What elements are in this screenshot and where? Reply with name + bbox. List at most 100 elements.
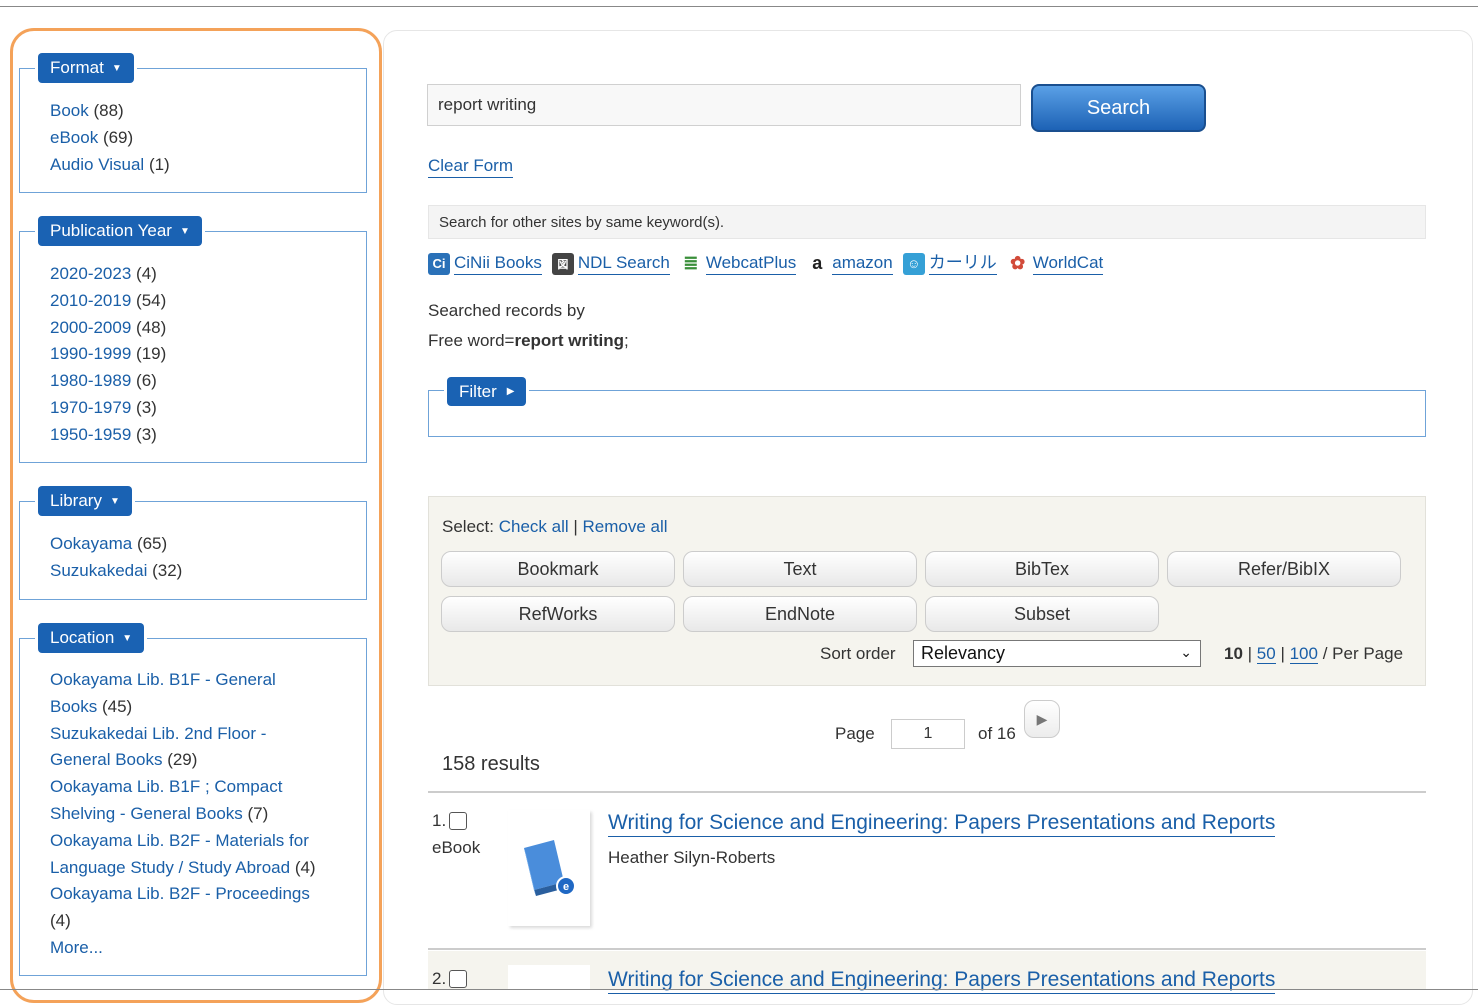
clear-form-link[interactable]: Clear Form (428, 155, 514, 178)
button-label: Subset (1013, 603, 1071, 624)
facet-link[interactable]: Audio Visual (50, 155, 144, 174)
record-index: 1. (432, 811, 447, 830)
record-thumbnail[interactable] (508, 965, 590, 989)
facet-link[interactable]: General Books (50, 750, 162, 769)
check-all-link[interactable]: Check all (499, 517, 569, 536)
list-item[interactable]: eBook (69) (50, 125, 170, 152)
facet-link[interactable]: 1950-1959 (50, 425, 131, 444)
facet-link[interactable]: 1990-1999 (50, 344, 131, 363)
site-link-ndl[interactable]: 図 NDL Search (551, 252, 672, 275)
list-item[interactable]: Ookayama Lib. B1F - General (50, 667, 316, 694)
site-link-label[interactable]: カーリル (928, 252, 997, 275)
list-item[interactable]: 2000-2009 (48) (50, 315, 166, 342)
facet-link[interactable]: Ookayama Lib. B2F - Materials for (50, 831, 309, 850)
remove-all-link[interactable]: Remove all (583, 517, 668, 536)
endnote-button[interactable]: EndNote (683, 596, 917, 632)
facet-link[interactable]: Language Study / Study Abroad (50, 858, 290, 877)
facet-link[interactable]: Book (50, 101, 89, 120)
list-item[interactable]: Ookayama Lib. B2F - Proceedings (50, 881, 316, 908)
list-item[interactable]: 1970-1979 (3) (50, 395, 166, 422)
facet-link[interactable]: 1970-1979 (50, 398, 131, 417)
filter-toggle[interactable]: Filter ▶ (447, 377, 527, 406)
record-checkbox[interactable] (449, 812, 468, 830)
facet-format-toggle[interactable]: Format ▼ (38, 53, 134, 83)
site-link-label[interactable]: CiNii Books (454, 252, 542, 275)
search-button[interactable]: Search (1031, 84, 1206, 132)
facet-link[interactable]: Suzukakedai Lib. 2nd Floor - (50, 724, 266, 743)
facet-library-toggle[interactable]: Library ▼ (38, 486, 132, 516)
list-item[interactable]: Suzukakedai (32) (50, 558, 182, 585)
facet-link[interactable]: Ookayama (50, 534, 132, 553)
per-page-100-link[interactable]: 100 (1289, 644, 1318, 664)
bibtex-button[interactable]: BibTex (925, 551, 1159, 587)
page-number-input[interactable]: 1 (891, 719, 965, 749)
list-item[interactable]: Ookayama (65) (50, 531, 182, 558)
site-link-label[interactable]: amazon (832, 252, 893, 275)
ebook-thumbnail[interactable]: e (508, 810, 590, 926)
facet-count: (4) (136, 264, 157, 283)
site-link-label[interactable]: WorldCat (1032, 252, 1104, 275)
facet-link[interactable]: 2000-2009 (50, 318, 131, 337)
ndl-icon: 図 (551, 252, 574, 275)
sort-order-select[interactable]: Relevancy ⌄ (913, 640, 1201, 667)
site-link-cinii[interactable]: Ci CiNii Books (428, 252, 544, 275)
facet-location-toggle[interactable]: Location ▼ (38, 623, 145, 653)
site-link-label[interactable]: NDL Search (577, 252, 670, 275)
site-link-label[interactable]: WebcatPlus (705, 252, 797, 275)
facet-link[interactable]: eBook (50, 128, 98, 147)
list-item[interactable]: 1990-1999 (19) (50, 341, 166, 368)
facet-link[interactable]: 1980-1989 (50, 371, 131, 390)
list-item[interactable]: Books (45) (50, 694, 316, 721)
subset-button[interactable]: Subset (925, 596, 1159, 632)
facet-link[interactable]: Books (50, 697, 97, 716)
search-button-label: Search (1086, 96, 1151, 119)
facet-library-label: Library (50, 491, 102, 510)
divider (428, 948, 1426, 950)
per-page-50-link[interactable]: 50 (1256, 644, 1276, 664)
list-item[interactable]: 1950-1959 (3) (50, 422, 166, 449)
facet-year-toggle[interactable]: Publication Year ▼ (38, 216, 202, 246)
bookmark-button[interactable]: Bookmark (441, 551, 675, 587)
site-link-webcat[interactable]: ≣ WebcatPlus (680, 252, 798, 275)
record-title-link[interactable]: Writing for Science and Engineering: Pap… (608, 810, 1276, 837)
sort-order-label: Sort order (820, 644, 896, 663)
site-link-worldcat[interactable]: ✿ WorldCat (1007, 252, 1106, 275)
freeword-value: report writing (514, 331, 625, 350)
page-label: Page (835, 724, 875, 743)
facet-link[interactable]: 2010-2019 (50, 291, 131, 310)
facet-count: (45) (101, 696, 133, 716)
list-item[interactable]: Language Study / Study Abroad (4) (50, 855, 316, 882)
list-item[interactable]: General Books (29) (50, 747, 316, 774)
play-icon: ▶ (1036, 710, 1048, 727)
record-checkbox[interactable] (449, 970, 468, 988)
list-item[interactable]: Shelving - General Books (7) (50, 801, 316, 828)
list-item[interactable]: Book (88) (50, 98, 170, 125)
next-page-button[interactable]: ▶ (1024, 700, 1060, 738)
facet-link[interactable]: Ookayama Lib. B1F - General (50, 670, 276, 689)
list-item[interactable]: Ookayama Lib. B1F ; Compact (50, 774, 316, 801)
list-item[interactable]: Audio Visual (1) (50, 152, 170, 179)
more-link[interactable]: More... (50, 938, 103, 957)
list-item[interactable]: 2020-2023 (4) (50, 261, 166, 288)
search-input[interactable] (427, 84, 1021, 126)
facet-link[interactable]: Ookayama Lib. B1F ; Compact (50, 777, 282, 796)
list-item[interactable]: 1980-1989 (6) (50, 368, 166, 395)
facet-count: (7) (247, 803, 269, 823)
facet-link[interactable]: 2020-2023 (50, 264, 131, 283)
list-item[interactable]: Ookayama Lib. B2F - Materials for (50, 828, 316, 855)
results-count: 158 results (442, 753, 540, 775)
text-button[interactable]: Text (683, 551, 917, 587)
facet-link[interactable]: Ookayama Lib. B2F - Proceedings (50, 884, 310, 903)
facet-link[interactable]: Shelving - General Books (50, 804, 243, 823)
refer-bibix-button[interactable]: Refer/BibIX (1167, 551, 1401, 587)
list-item[interactable]: Suzukakedai Lib. 2nd Floor - (50, 721, 316, 748)
site-link-calil[interactable]: ☺ カーリル (902, 252, 999, 275)
list-item[interactable]: 2010-2019 (54) (50, 288, 166, 315)
site-link-amazon[interactable]: a amazon (806, 252, 894, 275)
cinii-icon: Ci (428, 252, 450, 275)
facet-link[interactable]: Suzukakedai (50, 561, 147, 580)
refworks-button[interactable]: RefWorks (441, 596, 675, 632)
list-item[interactable]: More... (50, 935, 316, 962)
freeword-text: Free word=report writing; (428, 330, 629, 352)
facet-count: (6) (136, 371, 157, 391)
